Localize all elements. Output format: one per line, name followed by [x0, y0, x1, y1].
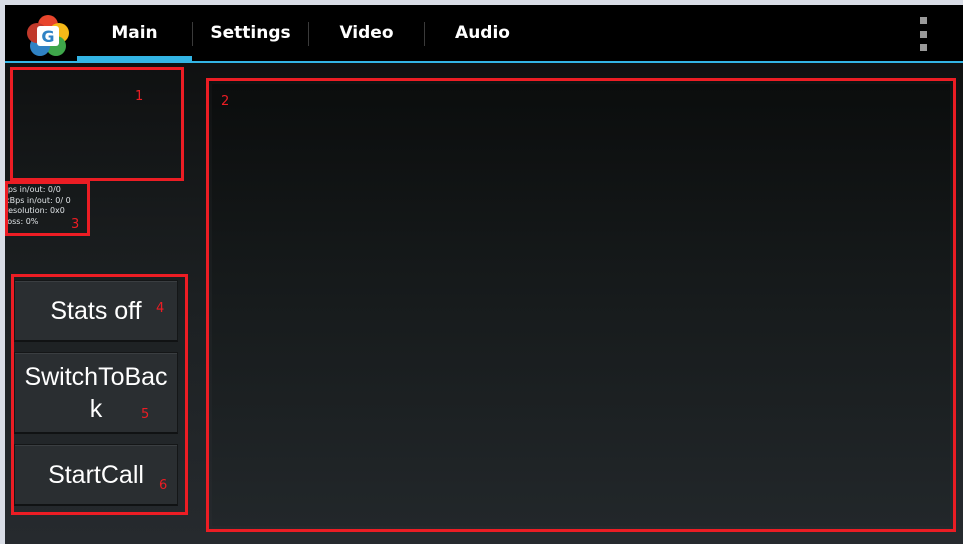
annotation-label-3: 3 — [71, 217, 80, 232]
annotation-label-2: 2 — [221, 94, 230, 109]
annotation-label-1: 1 — [135, 89, 144, 104]
tab-settings[interactable]: Settings — [193, 5, 308, 61]
action-bar: G Main Settings Video Audio — [5, 5, 963, 61]
local-video-view — [10, 67, 184, 181]
annotation-label-4: 4 — [156, 301, 165, 316]
start-call-button[interactable]: StartCall — [14, 444, 178, 506]
remote-video-view — [206, 78, 956, 532]
annotation-label-6: 6 — [159, 478, 168, 493]
app-window: G Main Settings Video Audio 1 2 fps in/o… — [5, 5, 963, 544]
overflow-menu-icon[interactable] — [913, 17, 933, 51]
webrtc-logo-icon: G — [27, 15, 69, 56]
annotation-label-5: 5 — [141, 407, 150, 422]
svg-text:G: G — [41, 27, 54, 46]
remote-video-surface — [212, 84, 950, 526]
tab-main[interactable]: Main — [77, 5, 192, 61]
tab-video[interactable]: Video — [309, 5, 424, 61]
stats-toggle-button[interactable]: Stats off — [14, 280, 178, 342]
action-bar-divider — [5, 61, 963, 63]
tab-audio[interactable]: Audio — [425, 5, 540, 61]
switch-camera-button[interactable]: SwitchToBack — [14, 352, 178, 434]
